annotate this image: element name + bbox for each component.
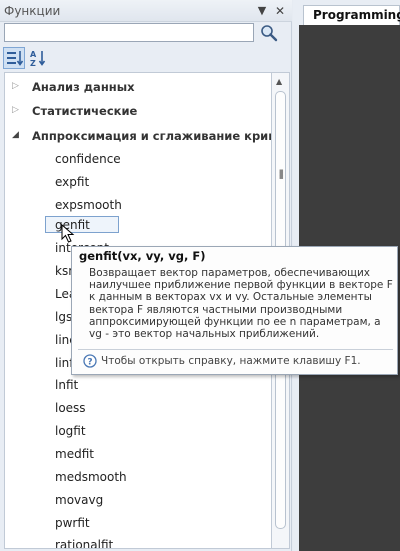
function-item-selected[interactable]: genfit	[45, 216, 119, 233]
scroll-up-arrow-icon[interactable]: ▲	[276, 77, 282, 86]
svg-text:A: A	[30, 50, 37, 59]
mouse-cursor-icon	[61, 223, 75, 244]
expand-arrow-icon[interactable]: ▷	[12, 81, 19, 91]
sort-alphabetical-icon[interactable]: A Z	[27, 47, 49, 69]
svg-text:Z: Z	[30, 59, 36, 68]
close-icon[interactable]: ✕	[272, 3, 288, 19]
search-icon[interactable]	[258, 23, 280, 43]
category-data-analysis[interactable]: ▷ Анализ данных	[5, 77, 271, 97]
tooltip-title: genfit(vx, vy, vg, F)	[79, 249, 206, 263]
help-icon: ?	[83, 354, 97, 368]
tab-programming[interactable]: Programming	[303, 5, 400, 25]
collapse-arrow-icon[interactable]: ◢	[12, 130, 19, 140]
svg-text:?: ?	[87, 358, 92, 368]
search-input[interactable]	[4, 23, 254, 42]
panel-menu-icon[interactable]: ▼	[254, 3, 270, 19]
category-curve-fitting[interactable]: ◢ Аппроксимация и сглаживание кривых	[5, 126, 271, 146]
toolbar: A Z	[0, 46, 292, 70]
function-tooltip: genfit(vx, vy, vg, F) Возвращает вектор …	[71, 246, 398, 375]
tooltip-description: Возвращает вектор параметров, обеспечива…	[89, 267, 393, 341]
expand-arrow-icon[interactable]: ▷	[12, 105, 19, 115]
tooltip-divider	[78, 349, 393, 350]
search-row	[2, 22, 290, 44]
sort-by-category-icon[interactable]	[3, 47, 25, 69]
panel-title: Функции	[4, 4, 61, 18]
panel-header: Функции ▼ ✕	[0, 0, 292, 22]
grip-icon: ▪ ▪ ▪	[279, 167, 284, 181]
tooltip-help-hint: Чтобы открыть справку, нажмите клавишу F…	[101, 355, 361, 367]
category-statistics[interactable]: ▷ Статистические	[5, 101, 271, 121]
